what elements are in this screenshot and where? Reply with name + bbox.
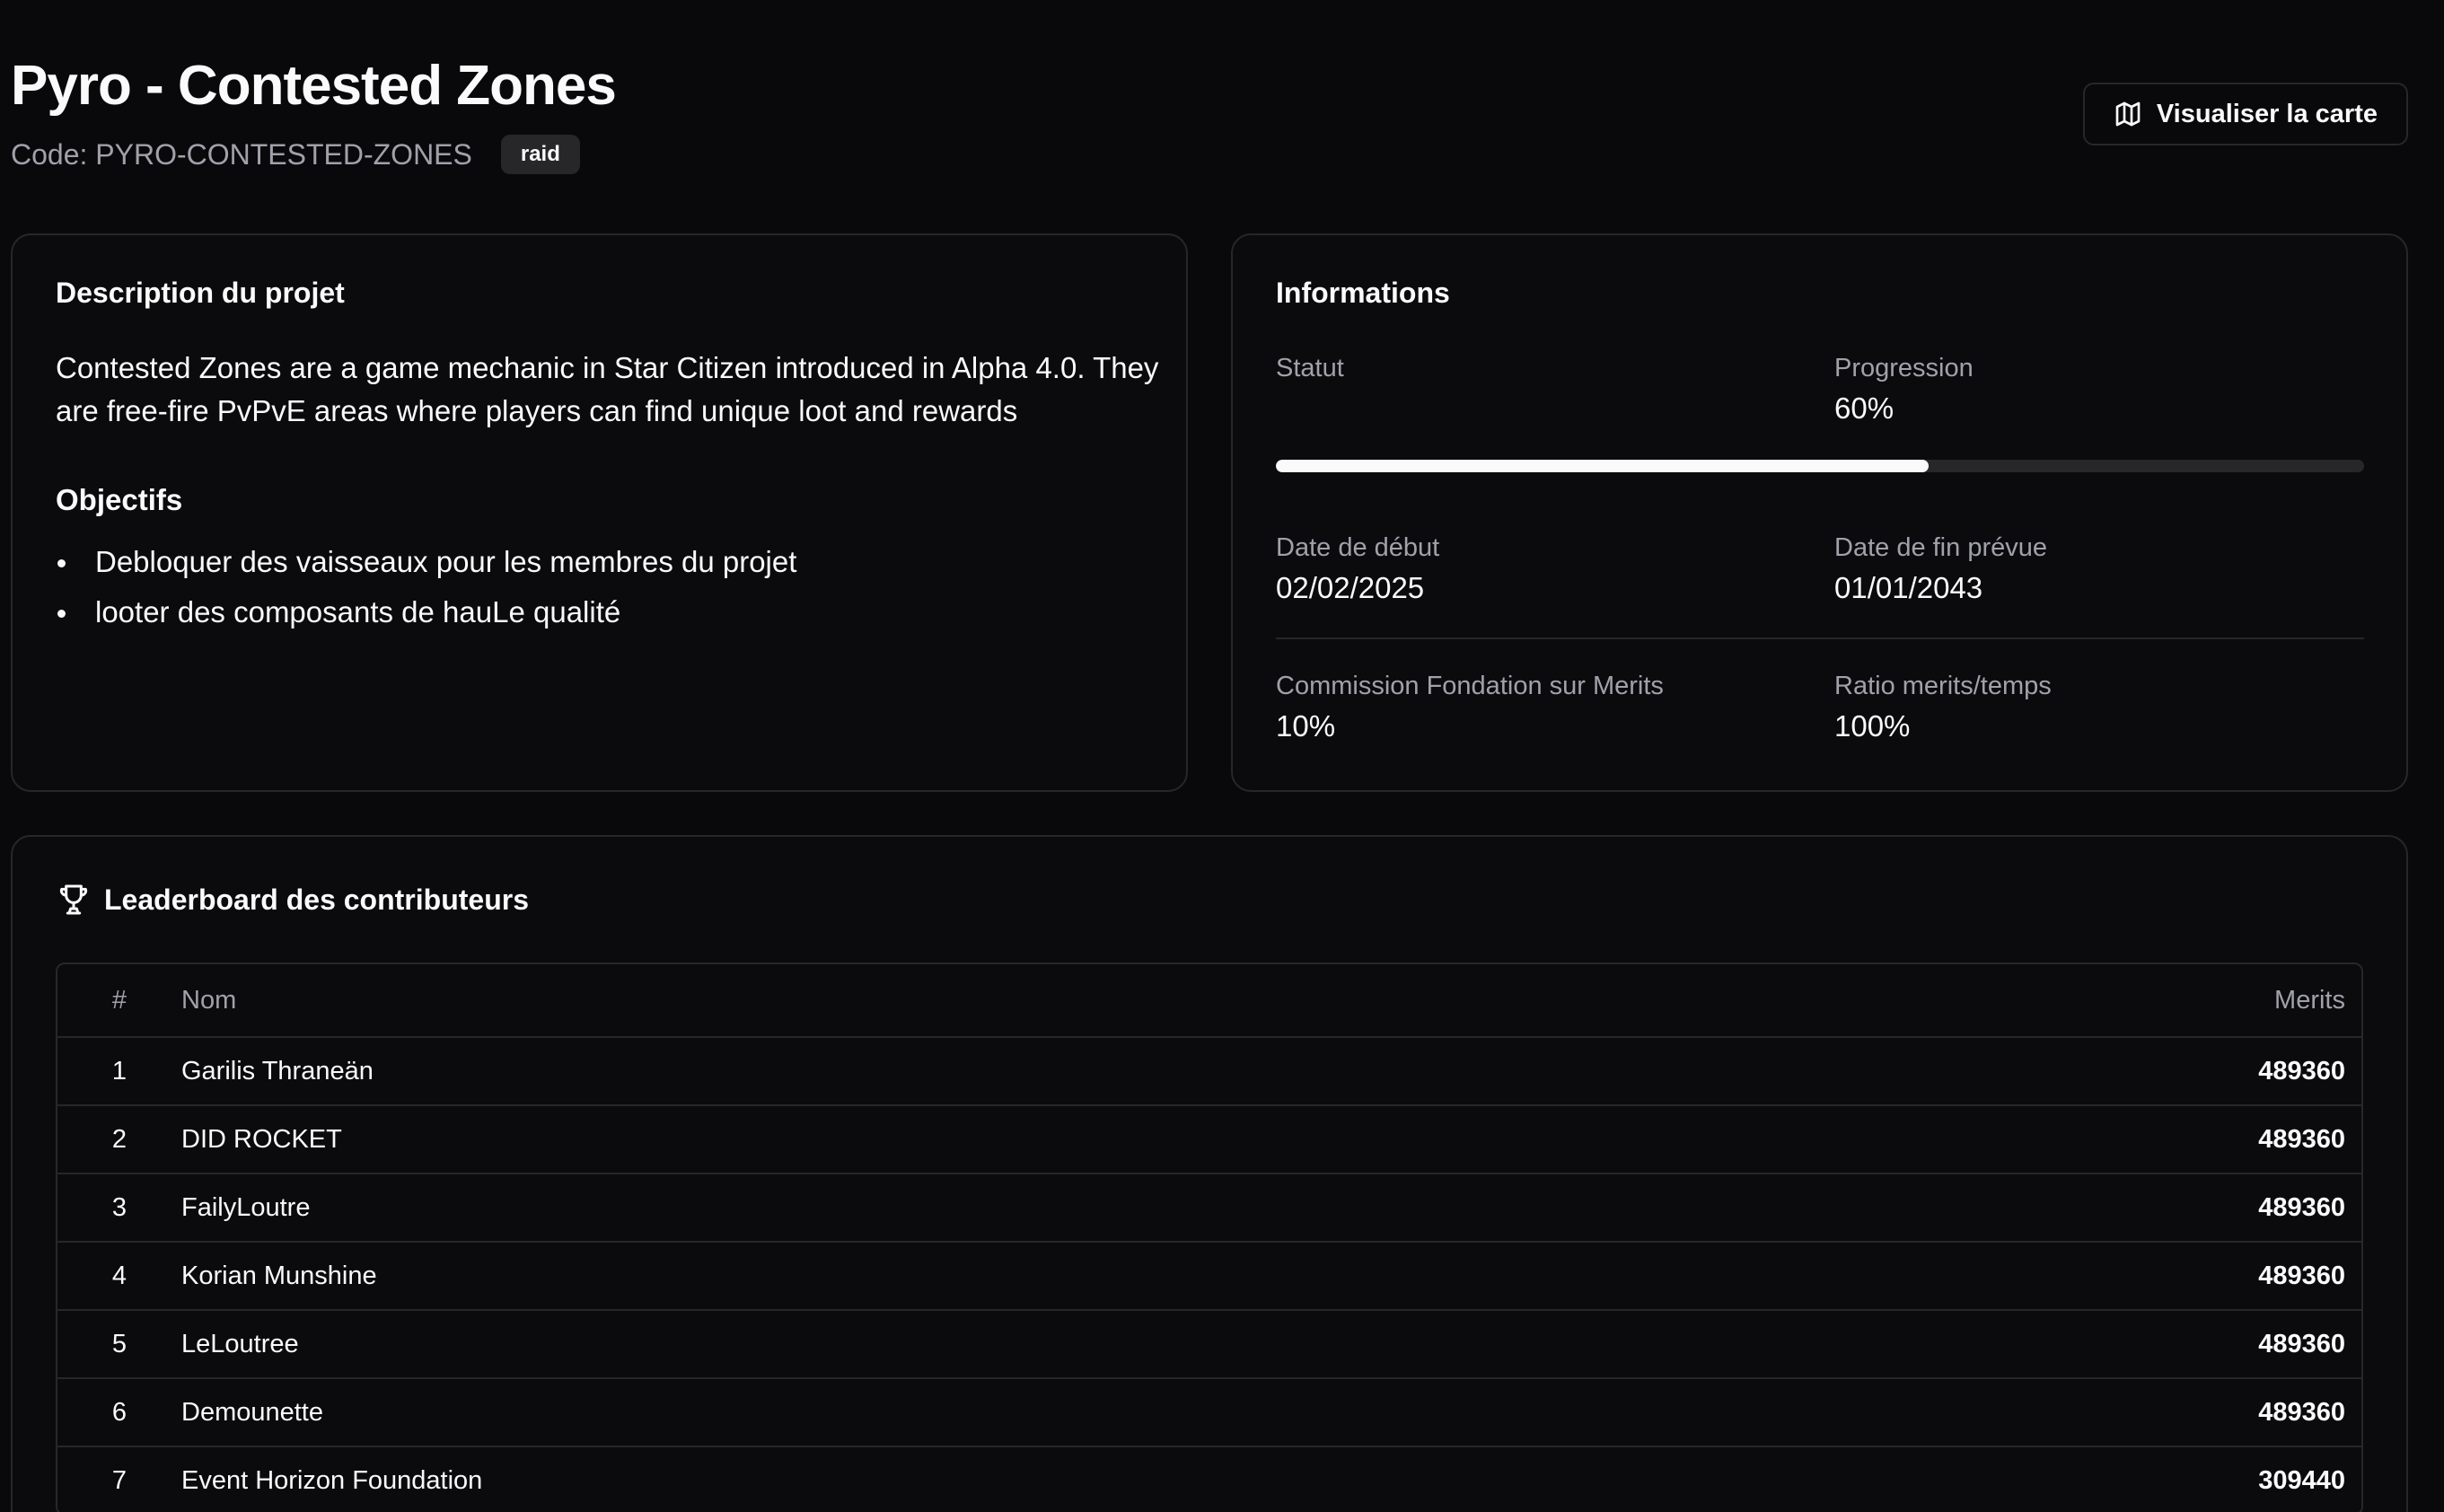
objective-item: looter des composants de hauLe qualité [56,587,796,637]
row-merits: 309440 [1805,1446,2361,1512]
row-merits: 489360 [1805,1173,2361,1242]
row-rank: 1 [57,1036,181,1105]
description-card: Description du projet Contested Zones ar… [11,233,1188,792]
row-rank: 4 [57,1241,181,1310]
column-header-name[interactable]: Nom [181,964,1806,1037]
end-date-label: Date de fin prévue [1834,533,2047,562]
column-header-rank[interactable]: # [57,964,181,1037]
row-rank: 6 [57,1377,181,1446]
progress-bar [1276,460,2364,472]
column-header-merits[interactable]: Merits [1806,964,2361,1037]
progress-label: Progression [1834,354,1974,382]
trophy-icon [59,884,88,915]
row-name: Event Horizon Foundation [181,1446,1806,1512]
start-date-value: 02/02/2025 [1276,571,1425,604]
row-name: Demounette [181,1377,1806,1446]
row-name: DID ROCKET [181,1104,1806,1174]
row-name: FailyLoutre [181,1173,1806,1242]
row-name: LeLoutree [181,1309,1806,1378]
commission-label: Commission Fondation sur Merits [1276,672,1664,700]
table-row[interactable]: 1 Garilis Thraneän 489360 [57,1036,2361,1105]
info-card: Informations Statut Progression 60% Date… [1231,233,2408,792]
leaderboard-card: Leaderboard des contributeurs # Nom Meri… [11,835,2408,1512]
table-row[interactable]: 5 LeLoutree 489360 [57,1309,2361,1378]
row-rank: 2 [57,1104,181,1174]
objectives-list: Debloquer des vaisseaux pour les membres… [56,537,796,637]
row-name: Garilis Thraneän [181,1036,1806,1105]
table-row[interactable]: 7 Event Horizon Foundation 309440 [57,1446,2361,1512]
info-divider [1276,637,2364,639]
view-map-label: Visualiser la carte [2156,99,2378,128]
status-label: Statut [1276,354,1344,382]
description-title: Description du projet [56,277,345,309]
view-map-button[interactable]: Visualiser la carte [2082,83,2408,145]
project-code: Code: PYRO-CONTESTED-ZONES [11,137,472,171]
project-page: Pyro - Contested Zones Code: PYRO-CONTES… [0,0,2444,1512]
row-rank: 3 [57,1173,181,1242]
leaderboard-table: # Nom Merits 1 Garilis Thraneän 489360 2… [56,963,2363,1512]
end-date-value: 01/01/2043 [1834,571,1983,604]
project-code-row: Code: PYRO-CONTESTED-ZONES raid [11,135,580,174]
table-row[interactable]: 6 Demounette 489360 [57,1377,2361,1446]
leaderboard-title: Leaderboard des contributeurs [104,883,529,916]
ratio-label: Ratio merits/temps [1834,672,2052,700]
progress-value: 60% [1834,391,1895,425]
table-row[interactable]: 3 FailyLoutre 489360 [57,1173,2361,1242]
type-badge: raid [500,135,580,174]
objectives-title: Objectifs [56,483,183,516]
table-row[interactable]: 4 Korian Munshine 489360 [57,1241,2361,1310]
row-merits: 489360 [1805,1309,2361,1378]
row-merits: 489360 [1805,1241,2361,1310]
row-merits: 489360 [1805,1104,2361,1174]
page-title: Pyro - Contested Zones [11,55,617,117]
map-icon [2115,101,2141,127]
objective-item: Debloquer des vaisseaux pour les membres… [56,537,796,587]
info-title: Informations [1276,277,1450,309]
description-text: Contested Zones are a game mechanic in S… [56,351,1159,427]
start-date-label: Date de début [1276,533,1440,562]
row-rank: 5 [57,1309,181,1378]
leaderboard-header: Leaderboard des contributeurs [56,882,529,918]
table-header-row: # Nom Merits [57,964,2361,1037]
row-merits: 489360 [1805,1036,2361,1105]
row-name: Korian Munshine [181,1241,1806,1310]
table-row[interactable]: 2 DID ROCKET 489360 [57,1104,2361,1174]
row-merits: 489360 [1805,1377,2361,1446]
progress-bar-fill [1276,460,1930,472]
commission-value: 10% [1276,709,1336,743]
ratio-value: 100% [1834,709,1911,743]
row-rank: 7 [57,1446,181,1512]
